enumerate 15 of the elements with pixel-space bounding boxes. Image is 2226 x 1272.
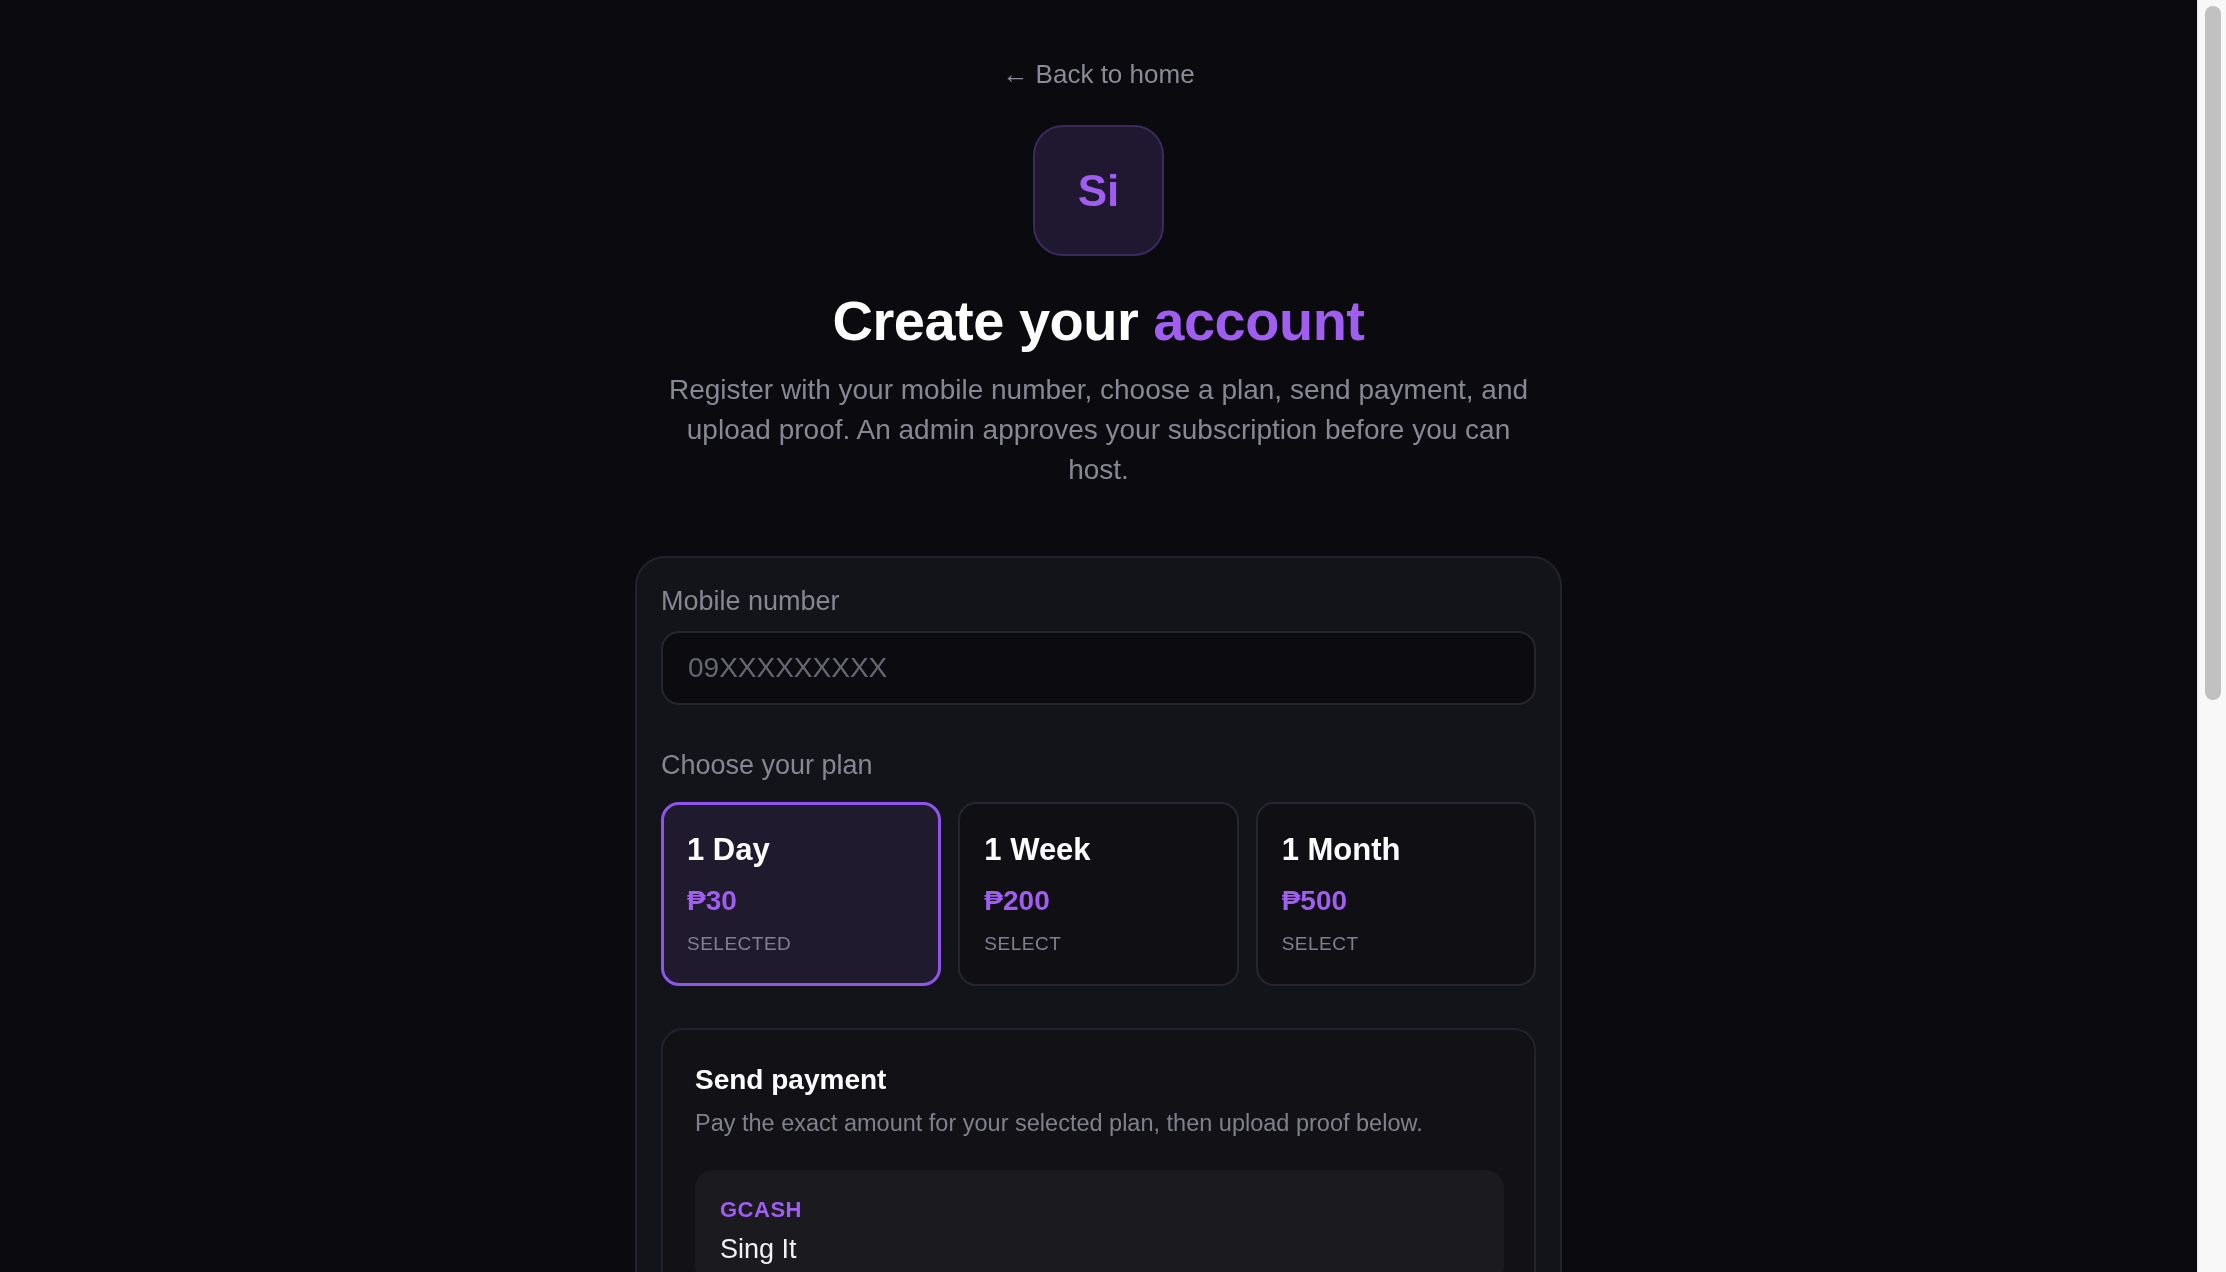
payment-instructions: Pay the exact amount for your selected plan, then upload proof below. xyxy=(695,1109,1424,1138)
section-heading: Send payment xyxy=(695,1063,888,1097)
mobile-number-field[interactable]: 09XXXXXXXXX xyxy=(661,631,1536,705)
page-subtitle: Register with your mobile number, choose a plan, send payment, and upload proof. An admin approves your subscription before you can host. xyxy=(667,373,1530,487)
field-label: Choose your plan xyxy=(661,749,874,782)
logo: Si xyxy=(1033,125,1164,256)
provider-name: GCASH xyxy=(720,1196,803,1224)
plan-option[interactable]: 1 Week ₱200 SELECT xyxy=(958,802,1239,986)
back-link[interactable]: ← Back to home xyxy=(1002,58,1195,90)
scrollbar-thumb[interactable] xyxy=(2205,6,2221,700)
page-title: Create your account xyxy=(832,288,1365,354)
plan-option[interactable]: 1 Month ₱500 SELECT xyxy=(1255,802,1536,986)
account-name: Sing It xyxy=(720,1234,798,1264)
field-label: Mobile number xyxy=(661,585,841,618)
plan-option[interactable]: 1 Day ₱30 SELECTED xyxy=(661,802,942,986)
